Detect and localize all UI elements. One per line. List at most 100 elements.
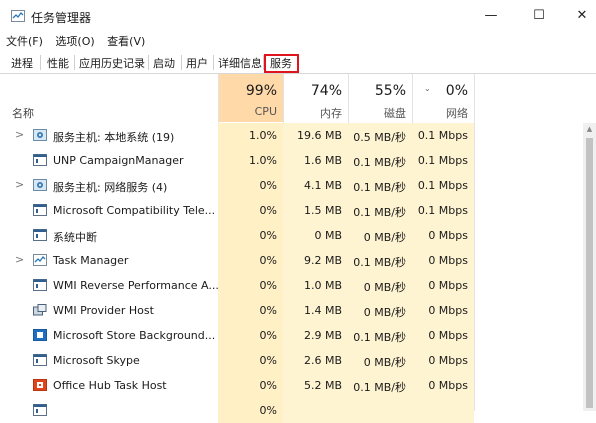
memory-value: 1.4 MB <box>303 304 342 317</box>
close-button[interactable]: ✕ <box>567 6 596 26</box>
tab-app-history[interactable]: 应用历史记录 <box>79 55 145 70</box>
disk-cell: 0 MB/秒 <box>348 273 412 298</box>
task-manager-app-icon <box>11 10 25 22</box>
disk-cell: 0.1 MB/秒 <box>348 373 412 398</box>
process-row[interactable]: WMI Reverse Performance A... 0% 1.0 MB 0 MB… <box>0 273 583 298</box>
network-label: 网络 <box>446 107 468 120</box>
tab-performance[interactable]: 性能 <box>47 55 69 70</box>
cpu-cell: 0% <box>218 298 283 323</box>
disk-value: 0.1 MB/秒 <box>353 181 406 194</box>
expand-chevron-icon[interactable]: > <box>15 178 24 191</box>
scroll-up-arrow-icon[interactable]: ▲ <box>583 125 596 137</box>
memory-label: 内存 <box>320 107 342 120</box>
cpu-cell: 0% <box>218 273 283 298</box>
menu-options[interactable]: 选项(O) <box>55 33 94 49</box>
process-name: Microsoft Compatibility Tele... <box>53 204 216 217</box>
network-value: 0 Mbps <box>428 229 468 242</box>
disk-cell: 0 MB/秒 <box>348 298 412 323</box>
network-cell: 0 Mbps <box>412 223 474 248</box>
network-value: 0 Mbps <box>428 354 468 367</box>
disk-cell: 0.1 MB/秒 <box>348 323 412 348</box>
network-cell: 0 Mbps <box>412 298 474 323</box>
window-icon <box>33 229 47 241</box>
network-value: 0 Mbps <box>428 279 468 292</box>
window-icon <box>33 154 47 166</box>
tab-users[interactable]: 用户 <box>186 55 208 70</box>
process-row[interactable]: WMI Provider Host 0% 1.4 MB 0 MB/秒 0 Mbps <box>0 298 583 323</box>
cpu-cell: 1.0% <box>218 148 283 173</box>
disk-label: 磁盘 <box>384 107 406 120</box>
cpu-cell: 0% <box>218 198 283 223</box>
process-row[interactable]: > 服务主机: 网络服务 (4) 0% 4.1 MB 0.1 MB/秒 0.1 Mbps <box>0 173 583 198</box>
memory-value: 5.2 MB <box>303 379 342 392</box>
memory-value: 2.6 MB <box>303 354 342 367</box>
column-header-name[interactable]: 名称 <box>12 105 34 121</box>
column-header-cpu[interactable]: 99% CPU <box>218 74 283 122</box>
memory-cell: 1.0 MB <box>283 273 348 298</box>
memory-value: 1.0 MB <box>303 279 342 292</box>
disk-value: 0.5 MB/秒 <box>353 131 406 144</box>
sort-chevron-icon: ⌄ <box>424 84 431 93</box>
memory-cell: 19.6 MB <box>283 123 348 148</box>
menu-file[interactable]: 文件(F) <box>6 33 43 49</box>
network-value: 0 Mbps <box>428 254 468 267</box>
cpu-value: 0% <box>259 279 277 292</box>
wmi-icon <box>33 304 47 316</box>
menu-view[interactable]: 查看(V) <box>107 33 145 49</box>
network-value: 0.1 Mbps <box>417 179 468 192</box>
cpu-percent: 99% <box>245 83 277 99</box>
cpu-cell: 0% <box>218 348 283 373</box>
tab-startup[interactable]: 启动 <box>153 55 175 70</box>
process-row[interactable]: Microsoft Store Background... 0% 2.9 MB 0.1… <box>0 323 583 348</box>
cpu-value: 0% <box>259 254 277 267</box>
task-manager-icon <box>33 254 47 266</box>
memory-cell: 1.5 MB <box>283 198 348 223</box>
minimize-button[interactable]: — <box>476 6 506 26</box>
memory-cell: 0 MB <box>283 223 348 248</box>
disk-cell: 0.1 MB/秒 <box>348 198 412 223</box>
network-value: 0.1 Mbps <box>417 154 468 167</box>
process-row[interactable]: Microsoft Compatibility Tele... 0% 1.5 MB 0… <box>0 198 583 223</box>
expand-chevron-icon[interactable]: > <box>15 128 24 141</box>
process-row[interactable]: Microsoft Skype 0% 2.6 MB 0 MB/秒 0 Mbps <box>0 348 583 373</box>
process-row[interactable]: 系统中断 0% 0 MB 0 MB/秒 0 Mbps <box>0 223 583 248</box>
disk-value: 0 MB/秒 <box>363 306 406 319</box>
memory-value: 4.1 MB <box>303 179 342 192</box>
network-percent: 0% <box>445 83 468 99</box>
process-name: 服务主机: 网络服务 (4) <box>53 181 168 194</box>
title-bar[interactable]: 任务管理器 — ☐ ✕ <box>0 0 596 32</box>
cpu-value: 0% <box>259 379 277 392</box>
memory-value: 0 MB <box>314 229 342 242</box>
disk-cell: 0.1 MB/秒 <box>348 173 412 198</box>
expand-chevron-icon[interactable]: > <box>15 253 24 266</box>
cpu-cell: 0% <box>218 323 283 348</box>
column-header-disk[interactable]: 55% 磁盘 <box>348 74 412 122</box>
network-cell: 0.1 Mbps <box>412 173 474 198</box>
process-row[interactable]: UNP CampaignManager 1.0% 1.6 MB 0.1 MB/秒 0.1… <box>0 148 583 173</box>
memory-cell: 2.6 MB <box>283 348 348 373</box>
network-value: 0.1 Mbps <box>417 129 468 142</box>
disk-value: 0 MB/秒 <box>363 231 406 244</box>
memory-cell: 1.4 MB <box>283 298 348 323</box>
process-list: > 服务主机: 本地系统 (19) 1.0% 19.6 MB 0.5 MB/秒 0.1 M… <box>0 123 583 423</box>
memory-cell: 5.2 MB <box>283 373 348 398</box>
disk-value: 0.1 MB/秒 <box>353 381 406 394</box>
disk-cell: 0.1 MB/秒 <box>348 248 412 273</box>
process-row[interactable]: > Task Manager 0% 9.2 MB 0.1 MB/秒 0 Mbps <box>0 248 583 273</box>
memory-cell: 1.6 MB <box>283 148 348 173</box>
tab-details[interactable]: 详细信息 <box>218 55 262 70</box>
gear-icon <box>33 179 47 191</box>
process-row[interactable]: > 服务主机: 本地系统 (19) 1.0% 19.6 MB 0.5 MB/秒 0.1 M… <box>0 123 583 148</box>
maximize-button[interactable]: ☐ <box>524 6 554 26</box>
column-header-network[interactable]: 0% 网络 <box>412 74 474 122</box>
disk-value: 0.1 MB/秒 <box>353 331 406 344</box>
network-cell: 0 Mbps <box>412 373 474 398</box>
scrollbar-thumb[interactable] <box>586 138 593 408</box>
network-cell: 0 Mbps <box>412 348 474 373</box>
column-header-memory[interactable]: 74% 内存 <box>283 74 348 122</box>
tab-divider <box>74 55 75 70</box>
process-row[interactable]: Office Hub Task Host 0% 5.2 MB 0.1 MB/秒 0 Mb… <box>0 373 583 398</box>
network-value: 0 Mbps <box>428 304 468 317</box>
tab-processes[interactable]: 进程 <box>11 55 33 70</box>
process-name: 系统中断 <box>53 231 97 244</box>
